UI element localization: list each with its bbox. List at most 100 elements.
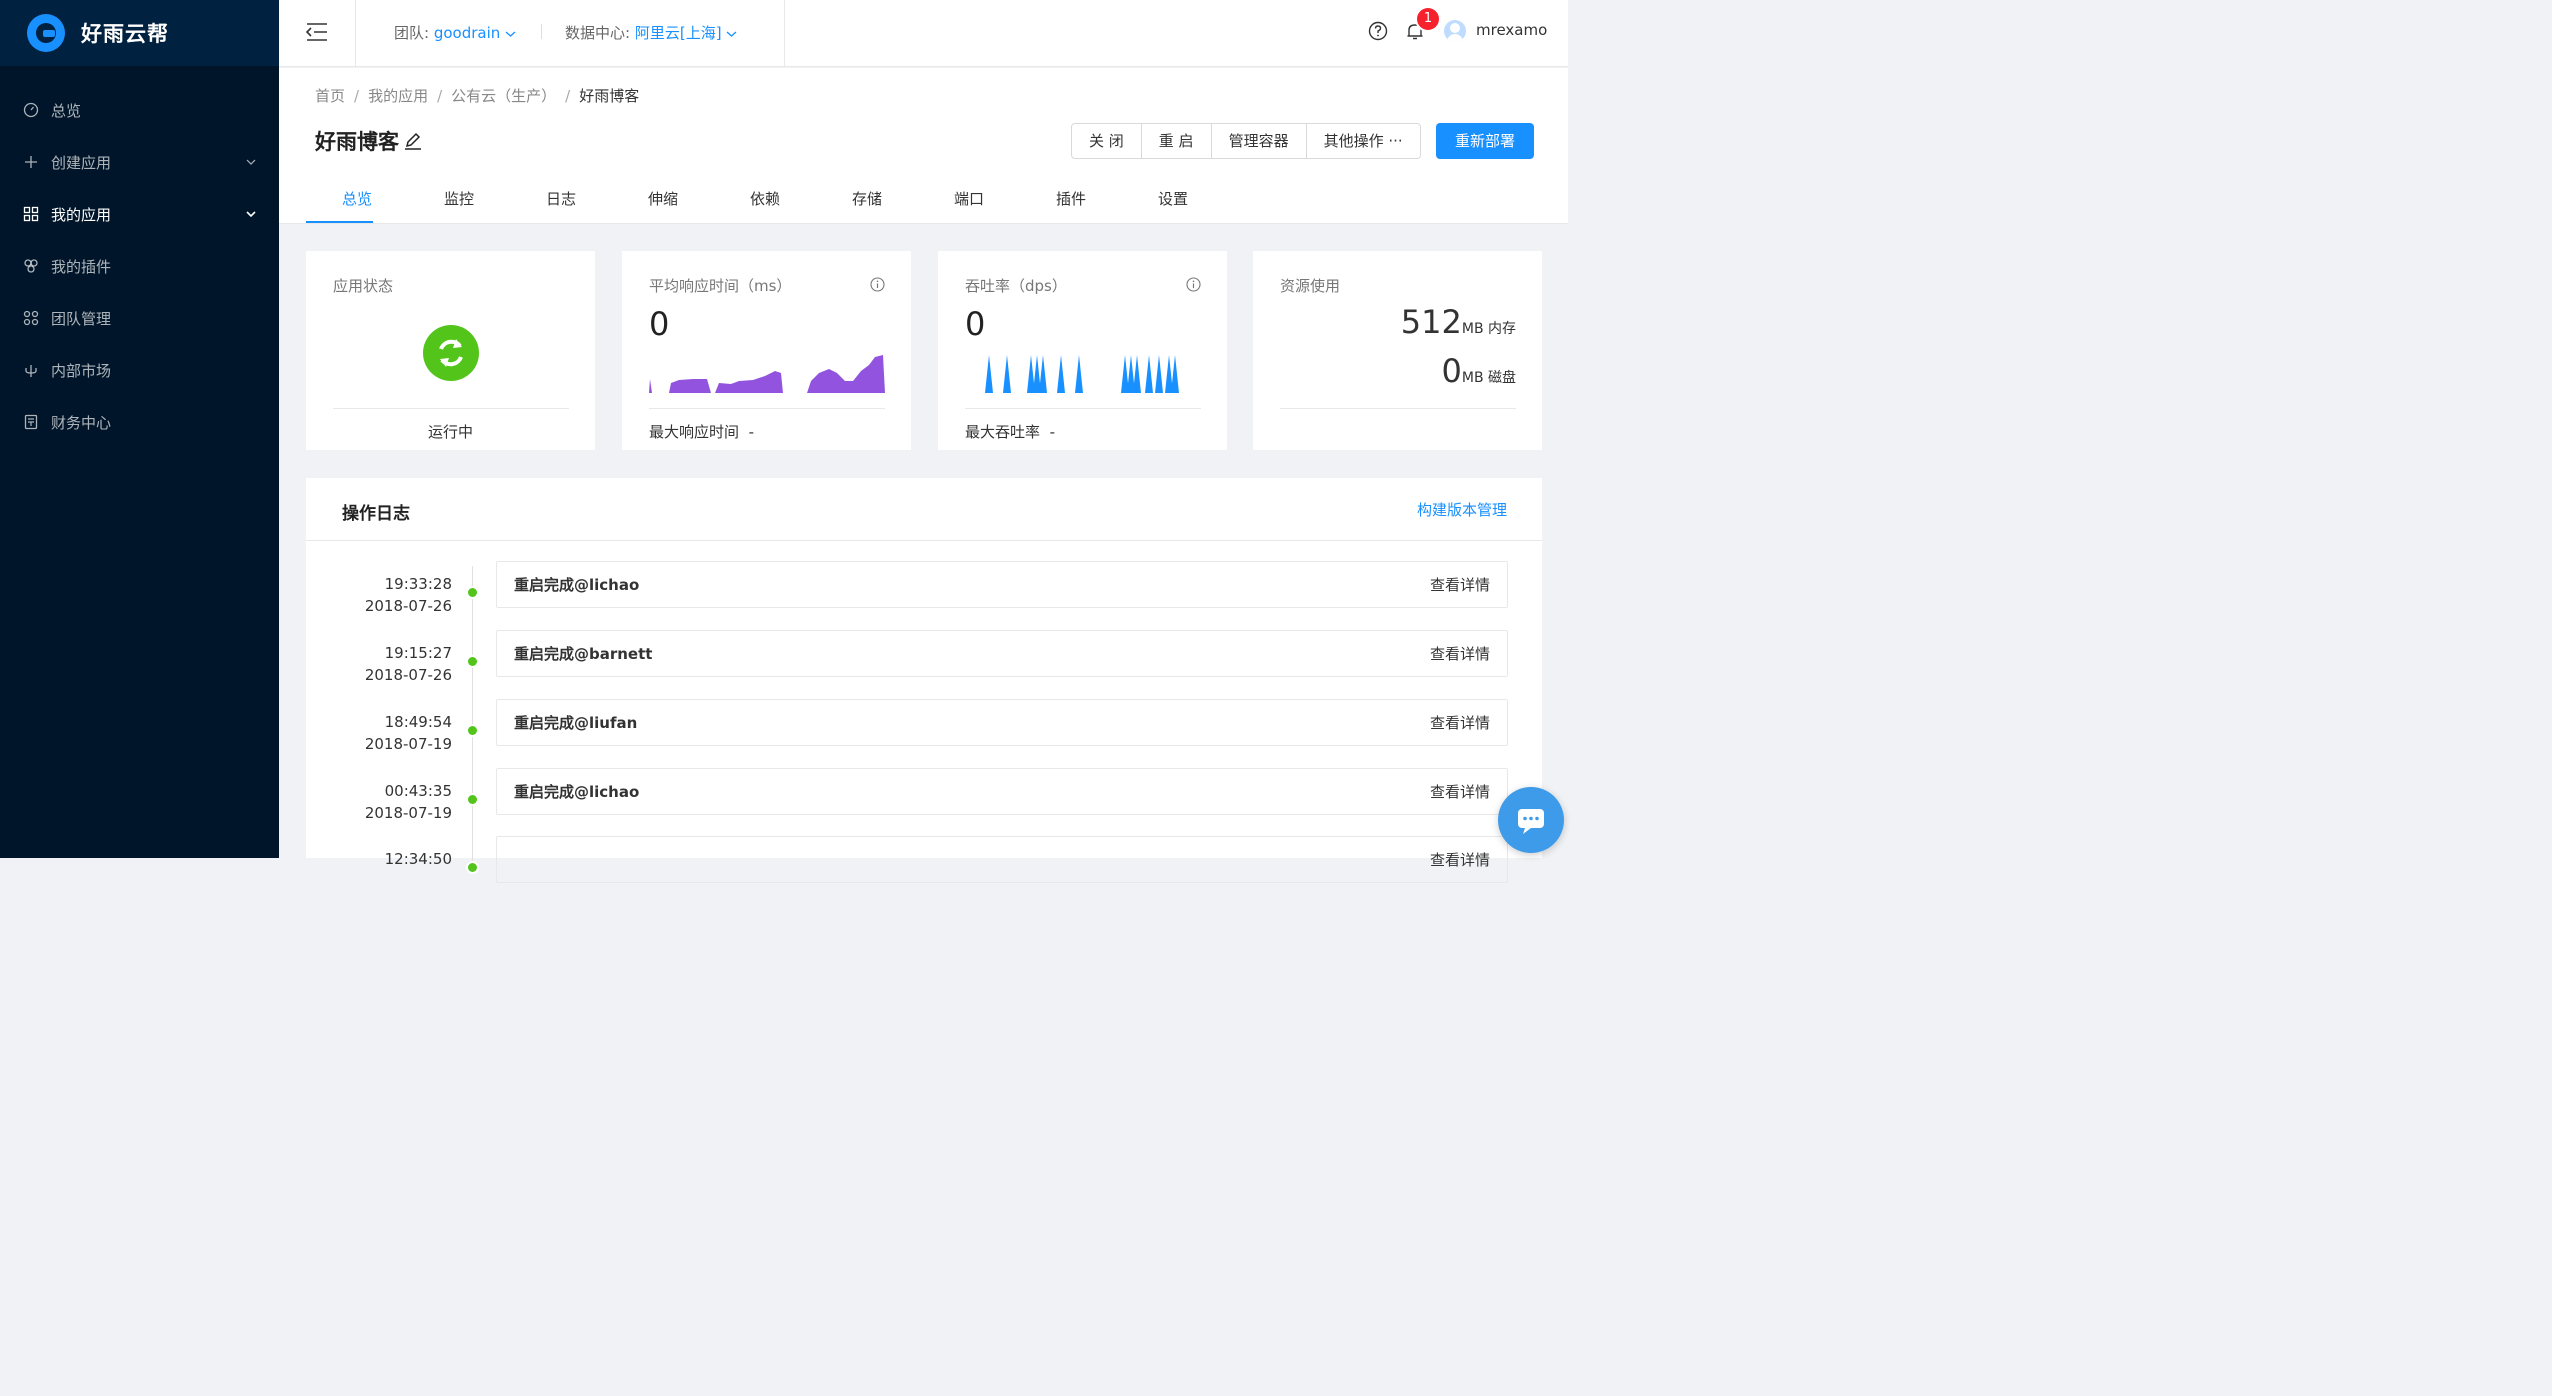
restart-button[interactable]: 重 启 — [1142, 124, 1212, 158]
tab-settings[interactable]: 设置 — [1122, 188, 1224, 223]
edit-icon[interactable] — [403, 131, 423, 151]
finance-icon — [23, 414, 39, 430]
sidebar-item-my-plugins[interactable]: 我的插件 — [0, 240, 279, 292]
sidebar-item-finance[interactable]: 财务中心 — [0, 396, 279, 448]
notification-badge: 1 — [1417, 8, 1439, 30]
team-value: goodrain — [433, 24, 501, 42]
tab-scaling[interactable]: 伸缩 — [612, 188, 714, 223]
manage-container-button[interactable]: 管理容器 — [1212, 124, 1307, 158]
tab-storage[interactable]: 存储 — [816, 188, 918, 223]
chat-icon — [1518, 809, 1544, 834]
sidebar-item-label: 我的插件 — [51, 257, 112, 276]
card-title: 应用状态 — [333, 277, 394, 295]
info-icon[interactable] — [870, 277, 885, 292]
datacenter-selector[interactable]: 数据中心: 阿里云[上海] — [565, 22, 737, 43]
operation-log-panel: 操作日志 构建版本管理 19:33:28 2018-07-26 重启完成@lich… — [306, 478, 1542, 883]
log-entry: 重启完成@lichao 查看详情 — [496, 768, 1508, 815]
view-details-link[interactable]: 查看详情 — [1430, 574, 1490, 595]
log-entry: 查看详情 — [496, 836, 1508, 883]
chevron-down-icon — [726, 31, 737, 37]
card-title: 资源使用 — [1280, 277, 1341, 295]
help-icon[interactable] — [1368, 21, 1388, 41]
sidebar-item-label: 团队管理 — [51, 309, 112, 328]
sidebar-item-my-apps[interactable]: 我的应用 — [0, 188, 279, 240]
log-timestamp: 18:49:54 2018-07-19 — [364, 713, 452, 753]
sidebar-menu: 总览 创建应用 我的应用 我的插件 团队管理 内部市场 财务中心 — [0, 66, 279, 448]
team-icon — [23, 310, 39, 326]
avatar[interactable] — [1444, 20, 1466, 42]
timeline-item: 12:34:50 查看详情 — [306, 836, 1542, 917]
breadcrumb-group[interactable]: 公有云（生产） — [451, 87, 556, 105]
tab-dependencies[interactable]: 依赖 — [714, 188, 816, 223]
app-status-card: 应用状态 运行中 — [306, 251, 595, 450]
sidebar-item-market[interactable]: 内部市场 — [0, 344, 279, 396]
breadcrumb-current: 好雨博客 — [579, 87, 640, 105]
market-icon — [23, 362, 39, 378]
throughput-card: 吞吐率（dps） 0 最大吞吐率 - — [938, 251, 1227, 450]
close-button[interactable]: 关 闭 — [1072, 124, 1142, 158]
appstore-icon — [23, 206, 39, 222]
view-details-link[interactable]: 查看详情 — [1430, 781, 1490, 802]
sidebar-item-overview[interactable]: 总览 — [0, 84, 279, 136]
info-icon[interactable] — [1186, 277, 1201, 292]
log-entry: 重启完成@lichao 查看详情 — [496, 561, 1508, 608]
metric-value: 0 — [965, 305, 986, 343]
breadcrumb-my-apps[interactable]: 我的应用 — [368, 87, 428, 105]
response-time-card: 平均响应时间（ms） 0 最大响应时间 - — [622, 251, 911, 450]
header-divider — [541, 24, 542, 39]
team-label: 团队: — [394, 24, 430, 42]
sidebar-item-label: 我的应用 — [51, 205, 112, 224]
timeline-dot — [468, 863, 477, 872]
team-selector[interactable]: 团队: goodrain — [394, 22, 516, 43]
view-details-link[interactable]: 查看详情 — [1430, 643, 1490, 664]
running-status-icon — [423, 325, 479, 381]
chevron-down-icon — [246, 159, 256, 165]
header-divider — [355, 0, 356, 67]
chevron-down-icon — [505, 31, 516, 37]
dashboard-icon — [23, 102, 39, 118]
panel-divider — [306, 540, 1542, 541]
build-version-link[interactable]: 构建版本管理 — [1417, 499, 1507, 520]
card-divider — [649, 408, 885, 409]
plus-icon — [23, 154, 39, 170]
more-actions-button[interactable]: 其他操作 ··· — [1307, 124, 1420, 158]
plugin-icon — [23, 258, 39, 274]
redeploy-button[interactable]: 重新部署 — [1436, 123, 1534, 159]
sidebar-item-label: 内部市场 — [51, 361, 112, 380]
log-timestamp: 00:43:35 2018-07-19 — [364, 782, 452, 822]
logo-icon — [27, 14, 65, 52]
resource-usage-card: 资源使用 512MB 内存 0MB 磁盘 — [1253, 251, 1542, 450]
view-details-link[interactable]: 查看详情 — [1430, 712, 1490, 733]
logo[interactable]: 好雨云帮 — [0, 0, 279, 66]
throughput-sparkline — [985, 355, 1179, 393]
sidebar-item-label: 财务中心 — [51, 413, 112, 432]
top-header: 团队: goodrain 数据中心: 阿里云[上海] 1 mrexamo — [279, 0, 1568, 67]
log-entry: 重启完成@liufan 查看详情 — [496, 699, 1508, 746]
sidebar: 好雨云帮 总览 创建应用 我的应用 我的插件 团队管理 内部市场 财务中心 — [0, 0, 279, 858]
card-footer: 最大响应时间 - — [649, 423, 754, 441]
timeline-dot — [468, 657, 477, 666]
disk-usage: 0MB 磁盘 — [1441, 352, 1517, 390]
log-message: 重启完成@lichao — [514, 576, 640, 594]
tab-ports[interactable]: 端口 — [918, 188, 1020, 223]
tab-monitor[interactable]: 监控 — [408, 188, 510, 223]
datacenter-value: 阿里云[上海] — [634, 24, 722, 42]
log-message: 重启完成@lichao — [514, 783, 640, 801]
sidebar-item-team[interactable]: 团队管理 — [0, 292, 279, 344]
card-divider — [965, 408, 1201, 409]
menu-fold-icon[interactable] — [306, 22, 328, 42]
tab-bar: 总览 监控 日志 伸缩 依赖 存储 端口 插件 设置 — [306, 188, 1224, 223]
card-divider — [1280, 408, 1516, 409]
tab-plugins[interactable]: 插件 — [1020, 188, 1122, 223]
chat-support-button[interactable] — [1498, 787, 1564, 853]
breadcrumb-home[interactable]: 首页 — [315, 87, 345, 105]
datacenter-label: 数据中心: — [565, 24, 631, 42]
tab-overview[interactable]: 总览 — [306, 188, 408, 223]
card-footer: 最大吞吐率 - — [965, 423, 1055, 441]
response-sparkline — [649, 355, 885, 393]
username[interactable]: mrexamo — [1476, 21, 1547, 39]
sidebar-item-create-app[interactable]: 创建应用 — [0, 136, 279, 188]
header-divider — [784, 0, 785, 67]
view-details-link[interactable]: 查看详情 — [1430, 849, 1490, 870]
tab-logs[interactable]: 日志 — [510, 188, 612, 223]
